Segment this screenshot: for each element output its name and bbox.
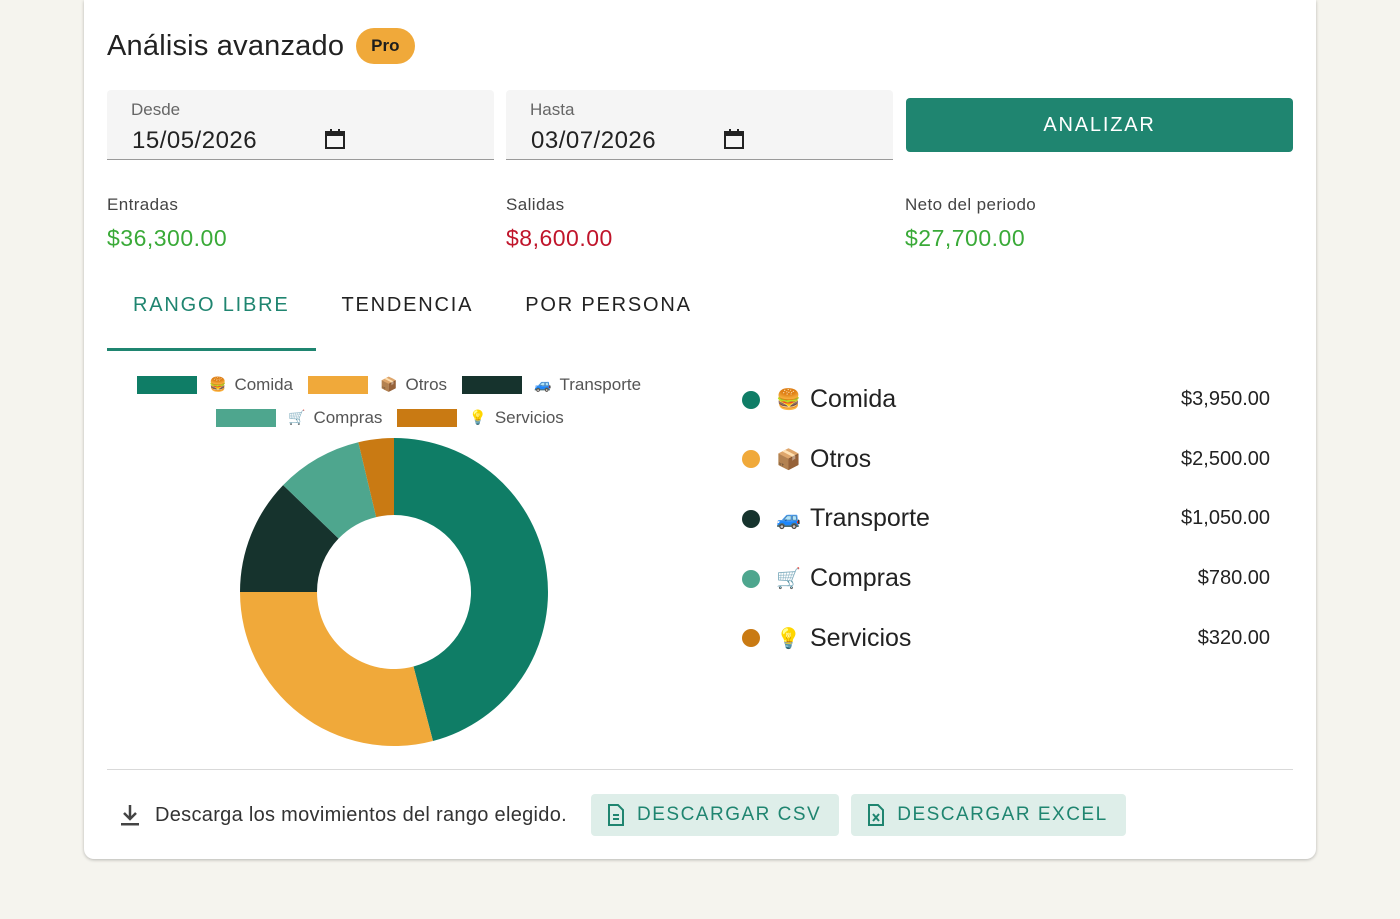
- expenses-label: Salidas: [506, 195, 565, 214]
- color-dot: [742, 450, 760, 469]
- legend-item-otros[interactable]: 📦 Otros: [308, 375, 447, 395]
- analyze-button[interactable]: ANALIZAR: [906, 98, 1293, 152]
- legend-item-comida[interactable]: 🍔 Comida: [137, 375, 293, 395]
- legend-label: Servicios: [494, 407, 564, 427]
- category-name: Otros: [810, 444, 872, 473]
- package-icon: 📦: [776, 448, 801, 471]
- burger-icon: 🍔: [209, 376, 227, 392]
- category-name: Servicios: [810, 623, 912, 652]
- category-name: Transporte: [810, 504, 930, 533]
- legend-item-servicios[interactable]: 💡 Servicios: [397, 407, 564, 428]
- download-csv-button[interactable]: DESCARGAR CSV: [591, 794, 840, 836]
- page-title: Análisis avanzado: [107, 29, 345, 62]
- advanced-analysis-card: Análisis avanzado Pro Desde 15/05/2026 H…: [84, 0, 1316, 859]
- legend-swatch: [397, 408, 458, 427]
- divider: [107, 769, 1293, 770]
- card-header: Análisis avanzado Pro: [107, 28, 415, 64]
- lightbulb-icon: 💡: [776, 627, 801, 650]
- breakdown-row-otros: 📦 Otros $2,500.00: [740, 430, 1270, 490]
- expenses-stat: Salidas $8,600.00: [506, 195, 613, 252]
- category-amount: $3,950.00: [1181, 388, 1270, 411]
- legend-swatch: [216, 408, 276, 427]
- category-name: Comida: [810, 385, 897, 414]
- from-date-field[interactable]: Desde 15/05/2026: [107, 90, 494, 160]
- donut-slice-2[interactable]: [240, 592, 433, 746]
- category-amount: $2,500.00: [1181, 447, 1270, 470]
- category-amount: $320.00: [1197, 626, 1270, 649]
- category-amount: $1,050.00: [1181, 507, 1270, 530]
- to-date-value[interactable]: 03/07/2026: [531, 127, 656, 155]
- burger-icon: 🍔: [776, 389, 801, 412]
- cart-icon: 🛒: [776, 568, 801, 591]
- category-amount: $780.00: [1197, 567, 1270, 590]
- income-stat: Entradas $36,300.00: [107, 195, 227, 252]
- package-icon: 📦: [380, 376, 398, 392]
- lightbulb-icon: 💡: [469, 409, 487, 425]
- legend-item-compras[interactable]: 🛒 Compras: [216, 408, 382, 428]
- download-csv-label: DESCARGAR CSV: [637, 804, 822, 825]
- breakdown-row-servicios: 💡 Servicios $320.00: [740, 608, 1270, 668]
- breakdown-row-transporte: 🚙 Transporte $1,050.00: [740, 489, 1270, 549]
- net-value: $27,700.00: [905, 225, 1026, 251]
- net-label: Neto del periodo: [905, 195, 1037, 214]
- color-dot: [742, 569, 760, 588]
- car-icon: 🚙: [776, 508, 801, 531]
- color-dot: [742, 390, 760, 409]
- tab-por-persona[interactable]: POR PERSONA: [499, 283, 718, 339]
- net-stat: Neto del periodo $27,700.00: [905, 195, 1036, 252]
- donut-chart: [240, 438, 549, 746]
- income-label: Entradas: [107, 195, 179, 214]
- legend-swatch: [308, 375, 369, 394]
- category-breakdown: 🍔 Comida $3,950.00 📦 Otros $2,500.00 🚙 T…: [740, 370, 1270, 668]
- chart-legend: 🍔 Comida 📦 Otros 🚙 Transporte 🛒 Compras: [136, 368, 676, 434]
- cart-icon: 🛒: [288, 409, 306, 425]
- expenses-value: $8,600.00: [506, 225, 613, 251]
- excel-file-icon: [868, 804, 885, 826]
- legend-label: Otros: [405, 374, 448, 394]
- legend-swatch: [137, 375, 197, 394]
- to-date-label: Hasta: [530, 100, 575, 119]
- tab-bar: RANGO LIBRE TENDENCIA POR PERSONA: [107, 283, 718, 351]
- color-dot: [742, 509, 760, 528]
- from-date-value[interactable]: 15/05/2026: [132, 127, 257, 155]
- download-excel-button[interactable]: DESCARGAR EXCEL: [851, 794, 1126, 836]
- breakdown-row-compras: 🛒 Compras $780.00: [740, 549, 1270, 609]
- calendar-icon[interactable]: [325, 129, 345, 149]
- download-footer: Descarga los movimientos del rango elegi…: [107, 794, 1126, 836]
- legend-label: Compras: [313, 407, 383, 427]
- from-date-label: Desde: [131, 100, 181, 119]
- csv-file-icon: [608, 804, 625, 826]
- legend-label: Comida: [234, 374, 294, 394]
- breakdown-row-comida: 🍔 Comida $3,950.00: [740, 370, 1270, 430]
- download-hint: Descarga los movimientos del rango elegi…: [155, 803, 568, 826]
- tab-rango-libre[interactable]: RANGO LIBRE: [107, 283, 316, 351]
- car-icon: 🚙: [534, 376, 552, 392]
- download-icon: [121, 805, 139, 826]
- legend-label: Transporte: [559, 374, 642, 394]
- pro-badge: Pro: [356, 28, 415, 64]
- legend-swatch: [462, 375, 523, 394]
- color-dot: [742, 629, 760, 648]
- tab-tendencia[interactable]: TENDENCIA: [316, 283, 500, 339]
- income-value: $36,300.00: [107, 225, 228, 251]
- download-excel-label: DESCARGAR EXCEL: [897, 804, 1108, 825]
- calendar-icon[interactable]: [724, 129, 744, 149]
- to-date-field[interactable]: Hasta 03/07/2026: [506, 90, 893, 160]
- category-name: Compras: [810, 564, 912, 593]
- legend-item-transporte[interactable]: 🚙 Transporte: [462, 375, 641, 395]
